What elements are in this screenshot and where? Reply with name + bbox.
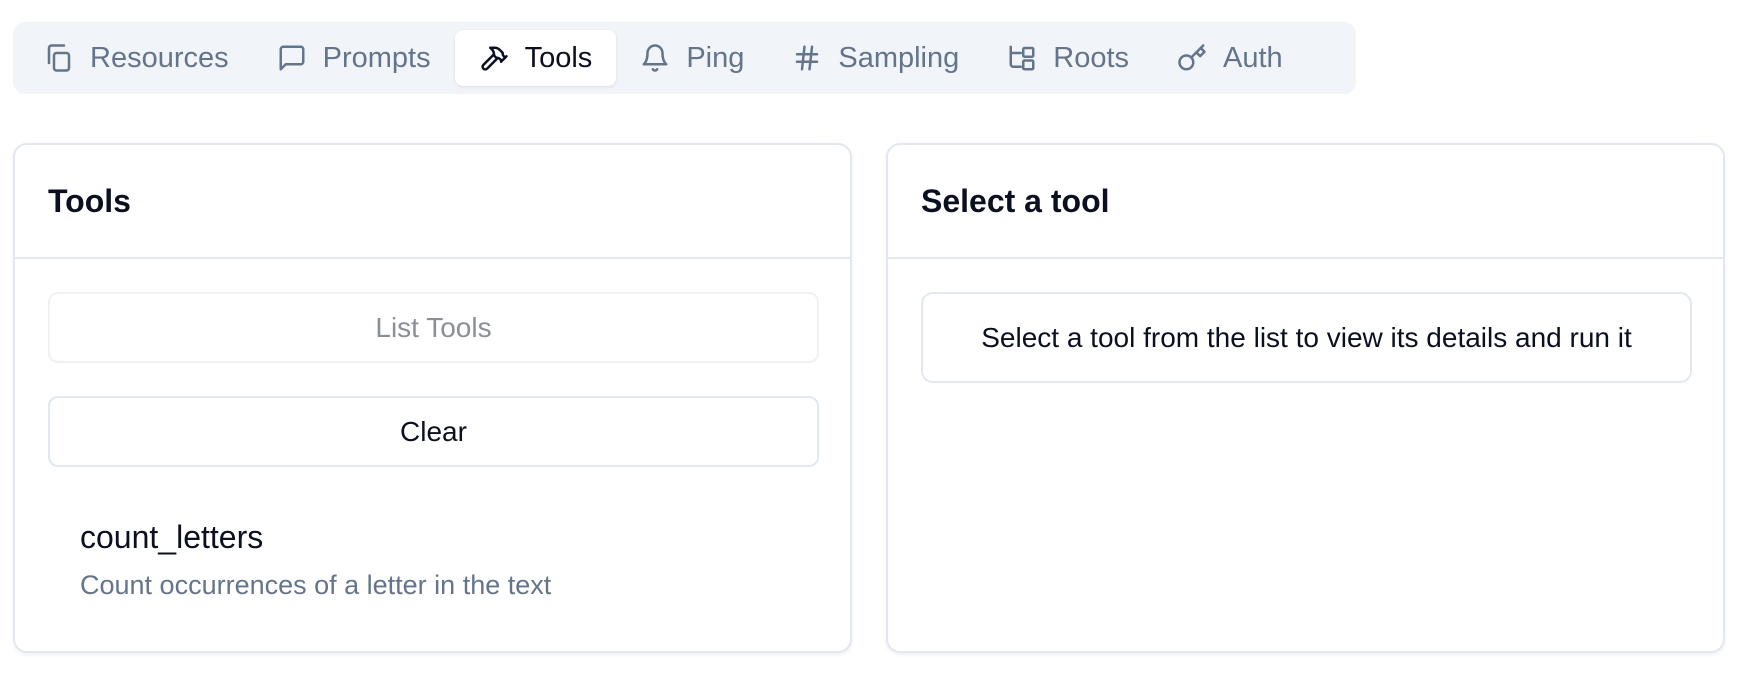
tab-ping[interactable]: Ping (616, 30, 768, 86)
tab-label: Prompts (322, 41, 431, 74)
tab-label: Resources (90, 41, 229, 74)
tools-page: Resources Prompts Tools Ping Sampling Ro… (0, 0, 1748, 680)
hash-icon (792, 43, 822, 73)
tab-bar: Resources Prompts Tools Ping Sampling Ro… (13, 22, 1356, 94)
tools-card-title: Tools (15, 145, 850, 259)
tab-label: Roots (1053, 41, 1130, 74)
bell-icon (640, 43, 670, 73)
tab-label: Tools (524, 41, 593, 74)
tool-list-item[interactable]: count_letters Count occurrences of a let… (48, 519, 817, 601)
clear-button[interactable]: Clear (48, 396, 819, 467)
select-tool-placeholder: Select a tool from the list to view its … (921, 292, 1692, 383)
tab-tools[interactable]: Tools (454, 30, 617, 86)
hammer-icon (479, 43, 509, 73)
tab-prompts[interactable]: Prompts (253, 30, 455, 86)
tab-roots[interactable]: Roots (983, 30, 1153, 86)
tools-card-body: List Tools Clear count_letters Count occ… (15, 259, 850, 634)
tab-label: Sampling (838, 41, 960, 74)
list-tools-button[interactable]: List Tools (48, 292, 819, 363)
tab-label: Ping (686, 41, 745, 74)
tool-detail-card: Select a tool Select a tool from the lis… (886, 143, 1725, 653)
detail-card-body: Select a tool from the list to view its … (888, 259, 1723, 416)
tab-sampling[interactable]: Sampling (768, 30, 983, 86)
folder-tree-icon (1007, 43, 1037, 73)
tools-list-card: Tools List Tools Clear count_letters Cou… (13, 143, 852, 653)
message-square-icon (277, 43, 307, 73)
detail-card-title: Select a tool (888, 145, 1723, 259)
tab-label: Auth (1223, 41, 1283, 74)
tool-name: count_letters (80, 519, 264, 555)
tab-auth[interactable]: Auth (1153, 30, 1307, 86)
key-icon (1177, 43, 1207, 73)
tool-description: Count occurrences of a letter in the tex… (80, 570, 552, 600)
tab-resources[interactable]: Resources (20, 30, 253, 86)
files-icon (44, 43, 74, 73)
